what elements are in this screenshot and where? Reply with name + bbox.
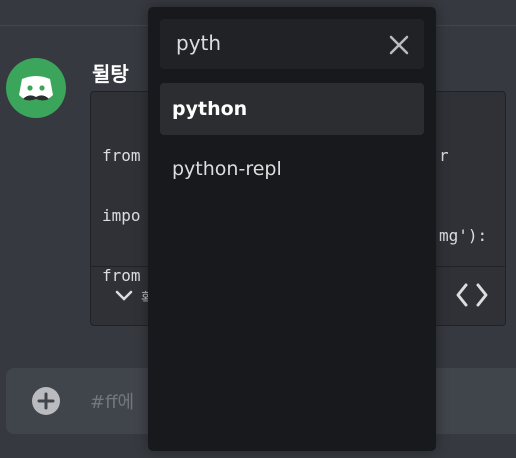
avatar[interactable] [6, 58, 66, 118]
code-line: impo [102, 206, 141, 225]
code-line: from [102, 266, 141, 285]
language-option-python-repl[interactable]: python-repl [160, 143, 424, 195]
language-search-input[interactable] [176, 28, 376, 58]
code-brackets-icon[interactable] [455, 280, 489, 310]
message-placeholder: #ff에 [90, 392, 135, 413]
language-option-python[interactable]: python [160, 83, 424, 135]
code-line: from [102, 146, 141, 165]
add-attachment-button[interactable] [32, 387, 60, 415]
language-picker-popup: python python-repl [148, 7, 436, 451]
chevron-down-icon[interactable] [115, 290, 133, 302]
search-box [160, 19, 424, 69]
code-fragment: mg'): [439, 226, 488, 245]
message-author[interactable]: 뒬탕 [92, 58, 129, 87]
discord-logo-icon [19, 76, 53, 101]
plus-circle-icon [37, 392, 55, 410]
code-fragment: r [439, 146, 449, 165]
close-icon[interactable] [388, 34, 410, 56]
